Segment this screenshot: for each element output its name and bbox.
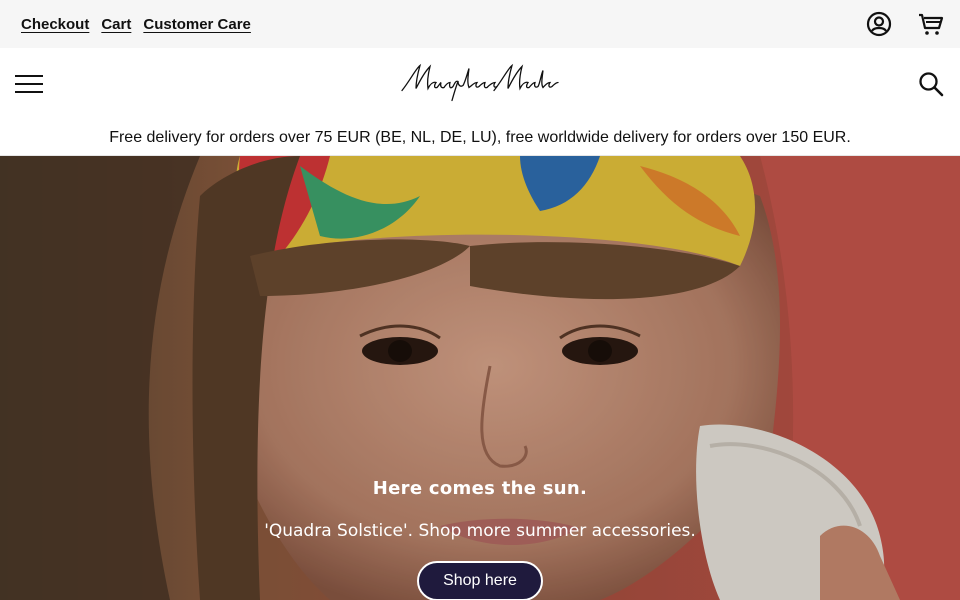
- utility-bar: Checkout Cart Customer Care: [0, 0, 960, 48]
- shop-here-button[interactable]: Shop here: [417, 561, 543, 600]
- brand-logo[interactable]: [400, 61, 560, 108]
- hero-banner: Here comes the sun. 'Quadra Solstice'. S…: [0, 156, 960, 600]
- utility-links: Checkout Cart Customer Care: [21, 16, 251, 33]
- announcement-bar: Free delivery for orders over 75 EUR (BE…: [0, 120, 960, 156]
- account-icon[interactable]: [866, 11, 892, 37]
- header: [0, 48, 960, 120]
- cart-link[interactable]: Cart: [101, 16, 131, 33]
- hero-title: Here comes the sun.: [372, 478, 588, 499]
- hero-content: Here comes the sun. 'Quadra Solstice'. S…: [0, 478, 960, 600]
- shopping-cart-icon[interactable]: [918, 11, 944, 37]
- checkout-link[interactable]: Checkout: [21, 16, 89, 33]
- hero-subtitle: 'Quadra Solstice'. Shop more summer acce…: [264, 521, 696, 541]
- customer-care-link[interactable]: Customer Care: [143, 16, 251, 33]
- search-icon[interactable]: [918, 71, 944, 97]
- hamburger-menu-icon[interactable]: [15, 74, 43, 94]
- utility-icons: [866, 11, 944, 37]
